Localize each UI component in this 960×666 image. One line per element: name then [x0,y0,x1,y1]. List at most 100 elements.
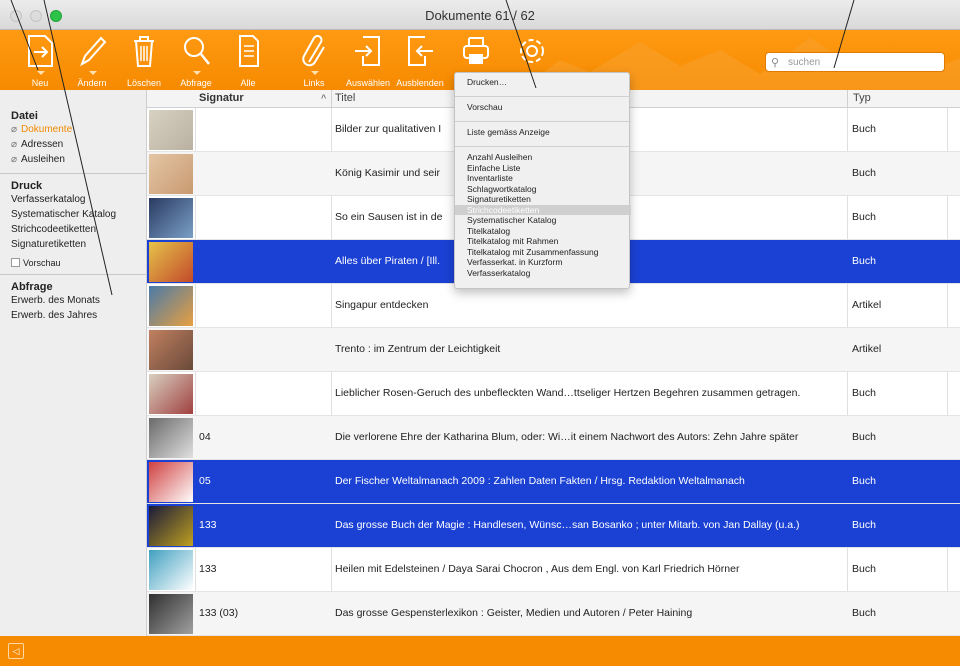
sidebar-section-title: Druck [11,180,43,192]
cell-titel: Der Fischer Weltalmanach 2009 : Zahlen D… [335,475,745,487]
sidebar-toggle-icon[interactable]: ◁ [8,643,24,659]
search-field[interactable]: ⚲ suchen [765,52,945,72]
select-in-icon [355,36,380,66]
divider [0,173,146,174]
menu-item[interactable]: Anzahl Ausleihen [467,152,532,162]
cell-titel: Trento : im Zentrum der Leichtigkeit [335,343,501,355]
chevron-down-icon [89,71,97,75]
menu-item[interactable]: Titelkatalog [467,226,510,236]
menu-item[interactable]: Strichcodeetiketten [467,205,539,215]
sidebar-item-barcode-labels[interactable]: Strichcodeetiketten [0,222,146,237]
sidebar-item-label: Ausleihen [21,154,65,165]
menu-item[interactable]: Systematischer Katalog [467,215,556,225]
menu-separator [455,96,631,97]
menu-item[interactable]: Titelkatalog mit Rahmen [467,236,558,246]
cell-typ: Buch [852,123,876,135]
cell-signatur: 133 [199,519,217,531]
cover-thumbnail [149,418,193,458]
trash-icon [134,36,154,67]
menu-item[interactable]: Liste gemäss Anzeige [467,127,550,137]
sidebar-item-label: Adressen [21,139,64,150]
sidebar-section-title: Datei [11,110,38,122]
preview-checkbox-row[interactable]: Vorschau [0,258,146,268]
sidebar-section-file: Datei ⌀ Dokumente ⌀ Adressen ⌀ Ausleihen [0,110,146,167]
links-label: Links [303,78,325,88]
sidebar-item-author-catalog[interactable]: Verfasserkatalog [0,192,146,207]
table-row[interactable]: 04 Die verlorene Ehre der Katharina Blum,… [147,416,960,460]
cell-typ: Buch [852,519,876,531]
cell-typ: Buch [852,255,876,267]
column-header-label: Signatur [199,92,244,104]
title-bar: Dokumente 61 / 62 [0,0,960,30]
cell-typ: Buch [852,387,876,399]
table-row[interactable]: 133 (03) Das grosse Gespensterlexikon : G… [147,592,960,636]
sidebar-item-signature-labels[interactable]: Signaturetiketten [0,237,146,252]
all-button[interactable]: Alle [224,32,272,90]
column-header-signatur[interactable]: Signatur ^ [199,92,326,104]
preview-checkbox[interactable] [11,258,20,267]
sidebar-item-systematic-catalog[interactable]: Systematischer Katalog [0,207,146,222]
menu-item[interactable]: Verfasserkatalog [467,268,530,278]
delete-label: Löschen [126,78,162,88]
sidebar-section-query: Abfrage Erwerb. des Monats Erwerb. des J… [0,281,146,323]
menu-item[interactable]: Verfasserkat. in Kurzform [467,257,562,267]
cell-titel: Die verlorene Ehre der Katharina Blum, o… [335,431,799,443]
pencil-icon [80,36,107,67]
sidebar-item-acquisitions-month[interactable]: Erwerb. des Monats [0,293,146,308]
edit-label: Ändern [77,78,107,88]
chevron-down-icon [193,71,201,75]
column-header-typ[interactable]: Typ [853,92,871,104]
menu-item[interactable]: Drucken… [467,77,507,87]
table-row[interactable]: Trento : im Zentrum der Leichtigkeit Arti… [147,328,960,372]
cell-signatur: 04 [199,431,211,443]
edit-button[interactable]: Ändern [68,32,116,90]
new-button[interactable]: Neu [16,32,64,90]
cell-typ: Artikel [852,343,882,355]
select-button[interactable]: Auswählen [344,32,392,90]
search-placeholder: suchen [788,57,821,68]
cell-typ: Buch [852,167,876,179]
cell-titel: Singapur entdecken [335,299,429,311]
window-title: Dokumente 61 / 62 [425,8,535,23]
column-separator[interactable] [847,90,848,108]
sidebar-item-addresses[interactable]: ⌀ Adressen [0,137,146,152]
sidebar-section-title: Abfrage [11,281,53,293]
table-row[interactable]: Lieblicher Rosen-Geruch des unbefleckten… [147,372,960,416]
query-label: Abfrage [180,78,212,88]
menu-item[interactable]: Inventarliste [467,173,513,183]
cover-thumbnail [149,506,193,546]
divider [0,274,146,275]
menu-item[interactable]: Titelkatalog mit Zusammenfassung [467,247,599,257]
sidebar-item-documents[interactable]: ⌀ Dokumente [0,122,146,137]
column-header-titel[interactable]: Titel [335,92,355,104]
cell-titel: Das grosse Buch der Magie : Handlesen, W… [335,519,800,531]
sidebar-item-acquisitions-year[interactable]: Erwerb. des Jahres [0,308,146,323]
hide-button[interactable]: Ausblenden [396,32,444,90]
chevron-down-icon [37,71,45,75]
cover-thumbnail [149,286,193,326]
links-button[interactable]: Links [290,32,338,90]
cell-typ: Artikel [852,299,882,311]
cell-signatur: 05 [199,475,211,487]
select-out-icon [408,36,433,66]
table-row[interactable]: 05 Der Fischer Weltalmanach 2009 : Zahlen… [147,460,960,504]
cover-thumbnail [149,154,193,194]
cover-thumbnail [149,550,193,590]
sidebar-item-loans[interactable]: ⌀ Ausleihen [0,152,146,167]
sidebar-section-print: Druck Verfasserkatalog Systematischer Ka… [0,180,146,268]
table-row[interactable]: 133 Das grosse Buch der Magie : Handlesen… [147,504,960,548]
menu-item[interactable]: Signaturetiketten [467,194,531,204]
table-row[interactable]: 133 Heilen mit Edelsteinen / Daya Sarai C… [147,548,960,592]
delete-button[interactable]: Löschen [120,32,168,90]
menu-item[interactable]: Vorschau [467,102,502,112]
menu-item[interactable]: Schlagwortkatalog [467,184,536,194]
query-button[interactable]: Abfrage [172,32,220,90]
cover-thumbnail [149,330,193,370]
column-separator[interactable] [331,90,332,108]
menu-item[interactable]: Einfache Liste [467,163,520,173]
cover-thumbnail [149,110,193,150]
magnifier-icon [184,37,210,65]
all-label: Alle [240,78,256,88]
table-row[interactable]: Singapur entdecken Artikel [147,284,960,328]
paperclip-icon: ⌀ [11,154,18,165]
